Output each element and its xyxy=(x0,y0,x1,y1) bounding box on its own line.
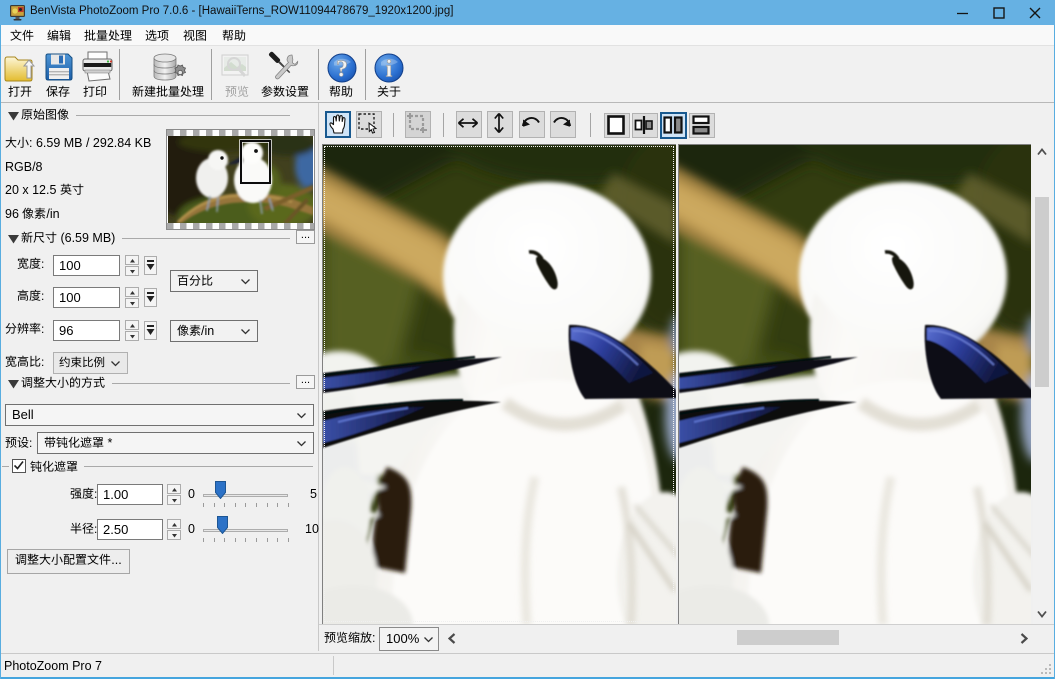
svg-text:i: i xyxy=(386,57,393,83)
svg-text:?: ? xyxy=(336,57,348,83)
